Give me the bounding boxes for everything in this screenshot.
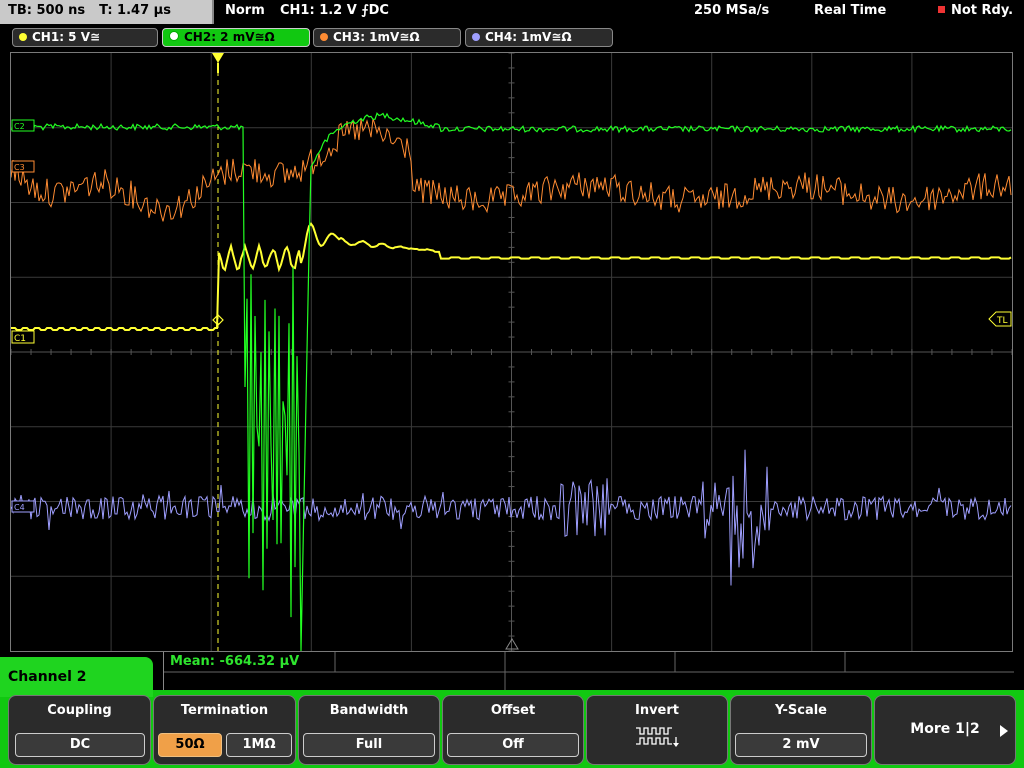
offset-label: Offset xyxy=(490,703,536,718)
offset-softkey[interactable]: Offset Off xyxy=(442,695,584,765)
tab-ch2-label: CH2: 2 mV≅Ω xyxy=(184,30,275,44)
acquisition-status-label: Not Rdy. xyxy=(951,3,1014,18)
coupling-label: Coupling xyxy=(47,703,112,718)
ch2-marker-label: C2 xyxy=(14,122,25,131)
coupling-softkey[interactable]: Coupling DC xyxy=(8,695,151,765)
waveform-canvas: C2 C3 C1 C4 TL xyxy=(11,53,1012,651)
tab-ch1-label: CH1: 5 V≅ xyxy=(32,30,101,44)
measurement-bar: Mean: -664.32 µV xyxy=(163,652,1014,690)
arrow-right-icon xyxy=(1000,725,1008,737)
ch2-color-icon xyxy=(169,31,179,41)
tab-ch2[interactable]: CH2: 2 mV≅Ω xyxy=(162,28,310,47)
sample-rate-label: 250 MSa/s xyxy=(694,3,770,18)
termination-softkey[interactable]: Termination 50Ω 1MΩ xyxy=(153,695,296,765)
termination-1mohm-option[interactable]: 1MΩ xyxy=(226,733,292,757)
acquisition-status: Not Rdy. xyxy=(938,3,1013,18)
tab-ch3[interactable]: CH3: 1mV≅Ω xyxy=(313,28,461,47)
ch1-ground-marker[interactable]: C1 xyxy=(11,330,35,344)
tab-ch4[interactable]: CH4: 1mV≅Ω xyxy=(465,28,613,47)
offset-value[interactable]: Off xyxy=(447,733,579,757)
status-bar: TB: 500 ns T: 1.47 µs Norm CH1: 1.2 V ⨍DC… xyxy=(0,0,1024,24)
yscale-label: Y-Scale xyxy=(774,703,827,718)
menu-title: Channel 2 xyxy=(0,657,153,697)
more-softkey[interactable]: More 1|2 xyxy=(874,695,1016,765)
trigger-time-label: T: 1.47 µs xyxy=(99,3,171,18)
invert-waveform-icon xyxy=(636,727,679,747)
bandwidth-value[interactable]: Full xyxy=(303,733,435,757)
tab-ch1[interactable]: CH1: 5 V≅ xyxy=(12,28,158,47)
termination-50ohm-option[interactable]: 50Ω xyxy=(158,733,222,757)
more-label: More 1|2 xyxy=(910,721,980,737)
ch2-ground-marker[interactable]: C2 xyxy=(11,119,35,132)
yscale-value[interactable]: 2 mV xyxy=(735,733,867,757)
ch4-color-icon xyxy=(472,33,480,41)
status-indicator-icon xyxy=(938,6,945,13)
mean-measurement[interactable]: Mean: -664.32 µV xyxy=(170,654,299,669)
ch3-marker-label: C3 xyxy=(14,163,25,172)
invert-softkey[interactable]: Invert xyxy=(586,695,728,765)
ch4-ground-marker[interactable]: C4 xyxy=(11,500,35,513)
coupling-value[interactable]: DC xyxy=(15,733,145,757)
tab-ch4-label: CH4: 1mV≅Ω xyxy=(485,30,572,44)
trigger-level-label: TL xyxy=(996,316,1008,326)
termination-label: Termination xyxy=(180,703,269,718)
ch1-color-icon xyxy=(19,33,27,41)
acquisition-mode-label: Real Time xyxy=(814,3,887,18)
tab-ch3-label: CH3: 1mV≅Ω xyxy=(333,30,420,44)
trigger-position-marker-icon xyxy=(212,53,224,63)
graticule xyxy=(11,53,1012,651)
bandwidth-softkey[interactable]: Bandwidth Full xyxy=(298,695,440,765)
bandwidth-label: Bandwidth xyxy=(329,703,409,718)
invert-label: Invert xyxy=(634,703,679,718)
ch3-ground-marker[interactable]: C3 xyxy=(11,160,35,173)
trigger-level-marker[interactable]: TL xyxy=(988,311,1012,327)
timebase-box[interactable]: TB: 500 ns T: 1.47 µs xyxy=(0,0,214,24)
yscale-softkey[interactable]: Y-Scale 2 mV xyxy=(730,695,872,765)
timebase-label: TB: 500 ns xyxy=(8,3,86,18)
ch1-marker-label: C1 xyxy=(14,334,26,344)
ch3-color-icon xyxy=(320,33,328,41)
trigger-mode-label[interactable]: Norm xyxy=(225,3,265,18)
ch4-marker-label: C4 xyxy=(14,503,25,512)
waveform-display[interactable]: C2 C3 C1 C4 TL xyxy=(10,52,1013,652)
trigger-source-label[interactable]: CH1: 1.2 V ⨍DC xyxy=(280,3,389,18)
